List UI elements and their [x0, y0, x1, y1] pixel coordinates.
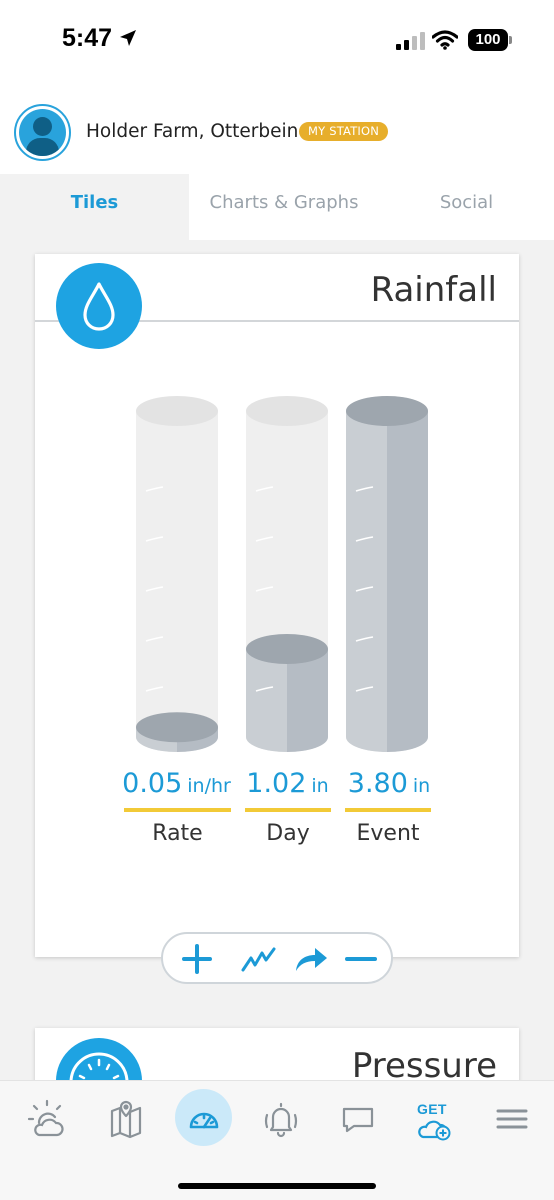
wifi-icon [432, 30, 458, 50]
bottom-nav: GET [0, 1080, 554, 1200]
rate-value: 0.05 in/hr [122, 768, 231, 799]
tab-charts-graphs[interactable]: Charts & Graphs [189, 174, 379, 240]
day-fill-base-left [246, 737, 287, 752]
tab-social[interactable]: Social [379, 174, 554, 240]
day-fill-surface [246, 633, 328, 664]
day-underline [245, 808, 331, 812]
event-fill-surface [346, 396, 428, 426]
user-icon [19, 109, 66, 156]
event-fill-right [387, 411, 428, 737]
messages-icon[interactable] [328, 1089, 388, 1149]
rate-fill-surface [136, 712, 218, 743]
home-indicator [178, 1183, 376, 1189]
rate-tube [136, 411, 218, 737]
event-fill-base-left [346, 737, 387, 752]
rain-gauges [136, 396, 428, 752]
rainfall-tile: Rainfall 0.05 in/hr Rate 1.02 in Day 3.80 i… [35, 254, 519, 984]
pressure-tile: Pressure [35, 1028, 519, 1080]
battery-icon: 100 [468, 29, 508, 51]
station-name[interactable]: Holder Farm, Otterbein [86, 121, 298, 142]
tile-toolbar [161, 932, 393, 984]
dashboard-icon[interactable] [174, 1089, 234, 1149]
share-arrow-icon[interactable] [293, 944, 329, 974]
day-fill-base-right [287, 737, 328, 752]
cellular-signal-icon [396, 32, 425, 50]
event-fill-base-right [387, 737, 428, 752]
get-station-icon[interactable]: GET [405, 1089, 465, 1149]
pressure-title: Pressure [351, 1046, 497, 1080]
battery-cap [509, 36, 512, 44]
weather-icon[interactable] [17, 1089, 77, 1149]
rate-underline [124, 808, 231, 812]
tab-bar: Tiles Charts & Graphs Social [0, 174, 554, 240]
avatar[interactable] [14, 104, 71, 161]
get-label: GET [417, 1101, 447, 1117]
map-icon[interactable] [96, 1089, 156, 1149]
status-time: 5:47 [62, 24, 113, 52]
day-value: 1.02 in [246, 768, 329, 799]
minus-icon[interactable] [343, 944, 379, 974]
menu-icon[interactable] [482, 1089, 542, 1149]
status-bar: 5:47 100 [0, 0, 554, 80]
trend-chart-icon[interactable] [241, 944, 277, 974]
event-label: Event [356, 821, 420, 846]
tab-tiles[interactable]: Tiles [0, 174, 189, 240]
rate-tube-top [136, 396, 218, 426]
event-underline [345, 808, 431, 812]
day-tube-top [246, 396, 328, 426]
tiles-content[interactable]: Rainfall 0.05 in/hr Rate 1.02 in Day 3.80 i… [0, 240, 554, 1080]
my-station-badge: MY STATION [299, 122, 389, 141]
station-header: Holder Farm, Otterbein MY STATION [0, 96, 554, 174]
pressure-gauge-icon [56, 1038, 142, 1080]
rate-label: Rate [152, 821, 203, 846]
event-value: 3.80 in [347, 768, 431, 799]
alerts-icon[interactable] [251, 1089, 311, 1149]
day-label: Day [266, 821, 310, 846]
water-drop-icon [56, 263, 142, 349]
plus-icon[interactable] [179, 944, 215, 974]
rainfall-title: Rainfall [370, 270, 497, 310]
location-arrow-icon [120, 30, 136, 46]
